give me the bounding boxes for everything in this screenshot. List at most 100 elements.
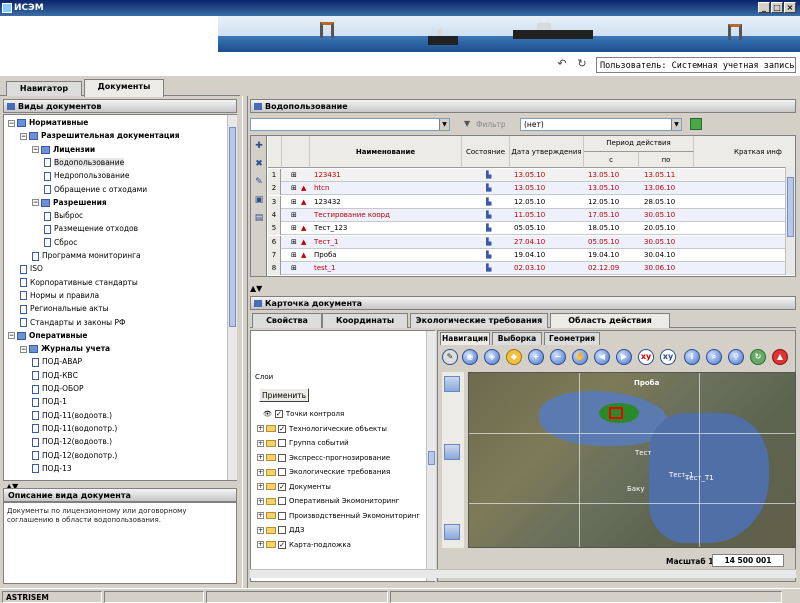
select-icon[interactable]: ◆: [506, 349, 522, 365]
layers-scrollbar[interactable]: [426, 331, 436, 581]
grid-scroll-thumb[interactable]: [787, 177, 794, 237]
layer-checkbox[interactable]: [278, 439, 286, 447]
tree-item[interactable]: − Журналы учета: [20, 343, 110, 355]
layer-checkbox[interactable]: ✓: [278, 540, 286, 549]
layer-checkbox[interactable]: [278, 468, 286, 476]
layer-checkbox[interactable]: ✓: [278, 482, 286, 491]
tree-item[interactable]: − Разрешительная документация: [20, 130, 180, 142]
col-name[interactable]: Наименование: [310, 136, 462, 168]
tree-item[interactable]: Программа мониторинга: [32, 250, 141, 262]
next-extent-icon[interactable]: ▶: [616, 349, 632, 365]
tab-selection[interactable]: Выборка: [492, 332, 542, 345]
arrow-down-icon[interactable]: [444, 524, 460, 540]
expand-toggle-icon[interactable]: +: [257, 526, 264, 534]
selection-marker[interactable]: [609, 407, 623, 419]
card-hscrollbar[interactable]: [250, 569, 796, 578]
collapse-arrows-2[interactable]: ▲▼: [250, 284, 262, 293]
tree-item[interactable]: ПОД-ОБОР: [32, 383, 84, 395]
pencil-icon[interactable]: ✎: [442, 349, 458, 365]
expand-toggle-icon[interactable]: +: [257, 468, 264, 476]
expand-toggle-icon[interactable]: +: [257, 483, 264, 490]
collapse-toggle-icon[interactable]: −: [20, 345, 27, 353]
layer-item[interactable]: + Экологические требования: [257, 466, 390, 478]
tree-item[interactable]: ПОД-КВС: [32, 370, 78, 382]
expand-icon[interactable]: ⊞: [291, 262, 301, 275]
table-row[interactable]: 7 ⊞ ▲ Проба ▙ 19.04.10 19.04.10 30.04.10: [268, 248, 795, 262]
tree-item[interactable]: − Оперативные: [8, 330, 87, 342]
minimize-button[interactable]: _: [758, 2, 770, 13]
tree-item[interactable]: ISO: [20, 263, 43, 275]
table-row[interactable]: 6 ⊞ ▲ Тест_1 ▙ 27.04.10 05.05.10 30.05.10: [268, 235, 795, 249]
chevron-down-icon[interactable]: ▼: [671, 119, 681, 130]
print-map-icon[interactable]: ▲: [772, 349, 788, 365]
expand-icon[interactable]: ⊞: [291, 236, 301, 249]
expand-icon[interactable]: ⊞: [291, 196, 301, 209]
layers-icon[interactable]: ◈: [484, 349, 500, 365]
collapse-toggle-icon[interactable]: −: [32, 146, 39, 154]
globe-icon[interactable]: ◉: [462, 349, 478, 365]
info-icon[interactable]: i: [684, 349, 700, 365]
refresh-icon[interactable]: ↻: [576, 58, 588, 70]
tree-item[interactable]: ПОД-13: [32, 463, 72, 475]
tree-scroll-thumb[interactable]: [229, 127, 236, 327]
tree-item[interactable]: Обращение с отходами: [44, 184, 147, 196]
layer-item[interactable]: + ✓ Технологические объекты: [257, 423, 387, 435]
tree-item[interactable]: − Нормативные: [8, 117, 88, 129]
tree-item[interactable]: Сброс: [44, 237, 77, 249]
filter-combo[interactable]: (нет) ▼: [520, 118, 682, 131]
tree-item[interactable]: Стандарты и законы РФ: [20, 317, 125, 329]
table-row[interactable]: 3 ⊞ ▲ 123432 ▙ 12.05.10 12.05.10 28.05.10: [268, 195, 795, 209]
layer-item[interactable]: + Оперативный Экомониторинг: [257, 495, 399, 507]
delete-icon[interactable]: ✖: [253, 158, 265, 170]
arrow-left-icon[interactable]: [444, 444, 460, 460]
layer-checkbox[interactable]: [278, 526, 286, 534]
maximize-button[interactable]: □: [771, 2, 783, 13]
col-short-info[interactable]: Краткая инф: [694, 136, 795, 168]
layer-item[interactable]: + Производственный Экомониторинг: [257, 510, 420, 522]
measure-icon[interactable]: ⌕: [706, 349, 722, 365]
row-number[interactable]: 7: [268, 248, 281, 262]
panel-splitter[interactable]: [242, 96, 248, 588]
doc-types-tree[interactable]: − Нормативные − Разрешительная документация…: [3, 114, 237, 481]
layer-item[interactable]: + ДДЗ: [257, 524, 304, 536]
tree-item[interactable]: Нормы и правила: [20, 290, 99, 302]
tab-eco-requirements[interactable]: Экологические требования: [410, 313, 548, 328]
expand-icon[interactable]: ⊞: [291, 182, 301, 195]
tree-item[interactable]: ПОД-12(водоотв.): [32, 436, 112, 448]
print-icon[interactable]: ▤: [253, 212, 265, 224]
prev-extent-icon[interactable]: ◀: [594, 349, 610, 365]
row-number[interactable]: 4: [268, 208, 281, 222]
col-state[interactable]: Состояние: [462, 136, 510, 168]
tree-item[interactable]: Размещение отходов: [44, 223, 138, 235]
tab-documents[interactable]: Документы: [84, 79, 164, 97]
table-row[interactable]: 1 ⊞ 123431 ▙ 13.05.10 13.05.10 13.05.11: [268, 169, 795, 182]
layer-checkbox[interactable]: ✓: [274, 410, 283, 418]
tab-geometry[interactable]: Геометрия: [544, 332, 600, 345]
expand-icon[interactable]: ⊞: [291, 169, 301, 182]
search-icon[interactable]: ⚲: [728, 349, 744, 365]
tab-coordinates[interactable]: Координаты: [322, 313, 408, 328]
row-number[interactable]: 1: [268, 169, 281, 182]
tree-item[interactable]: − Разрешения: [32, 197, 107, 209]
tree-item[interactable]: ПОД-1: [32, 396, 67, 408]
row-number[interactable]: 6: [268, 235, 281, 249]
expand-icon[interactable]: ⊞: [291, 209, 301, 222]
col-to[interactable]: по: [639, 152, 694, 168]
filter-label[interactable]: Фильтр: [476, 120, 506, 129]
zoom-out-icon[interactable]: −: [550, 349, 566, 365]
grid-scrollbar[interactable]: [785, 167, 795, 275]
table-row[interactable]: 8 ⊞ test_1 ▙ 02.03.10 02.12.09 30.06.10: [268, 262, 795, 276]
eye-icon[interactable]: 👁: [263, 410, 272, 418]
layer-item[interactable]: + Группа событий: [257, 437, 349, 449]
tab-navigator[interactable]: Навигатор: [6, 81, 82, 96]
row-number[interactable]: 3: [268, 195, 281, 209]
zoom-in-icon[interactable]: +: [528, 349, 544, 365]
expand-icon[interactable]: ⊞: [291, 249, 301, 262]
expand-icon[interactable]: ⊞: [291, 222, 301, 235]
row-number[interactable]: 5: [268, 222, 281, 236]
tree-item[interactable]: ПОД-АВАР: [32, 356, 82, 368]
expand-toggle-icon[interactable]: +: [257, 454, 264, 461]
tree-item[interactable]: Водопользование: [44, 157, 125, 169]
col-period[interactable]: Период действия: [584, 136, 694, 152]
doc-select[interactable]: ▼: [250, 118, 450, 131]
